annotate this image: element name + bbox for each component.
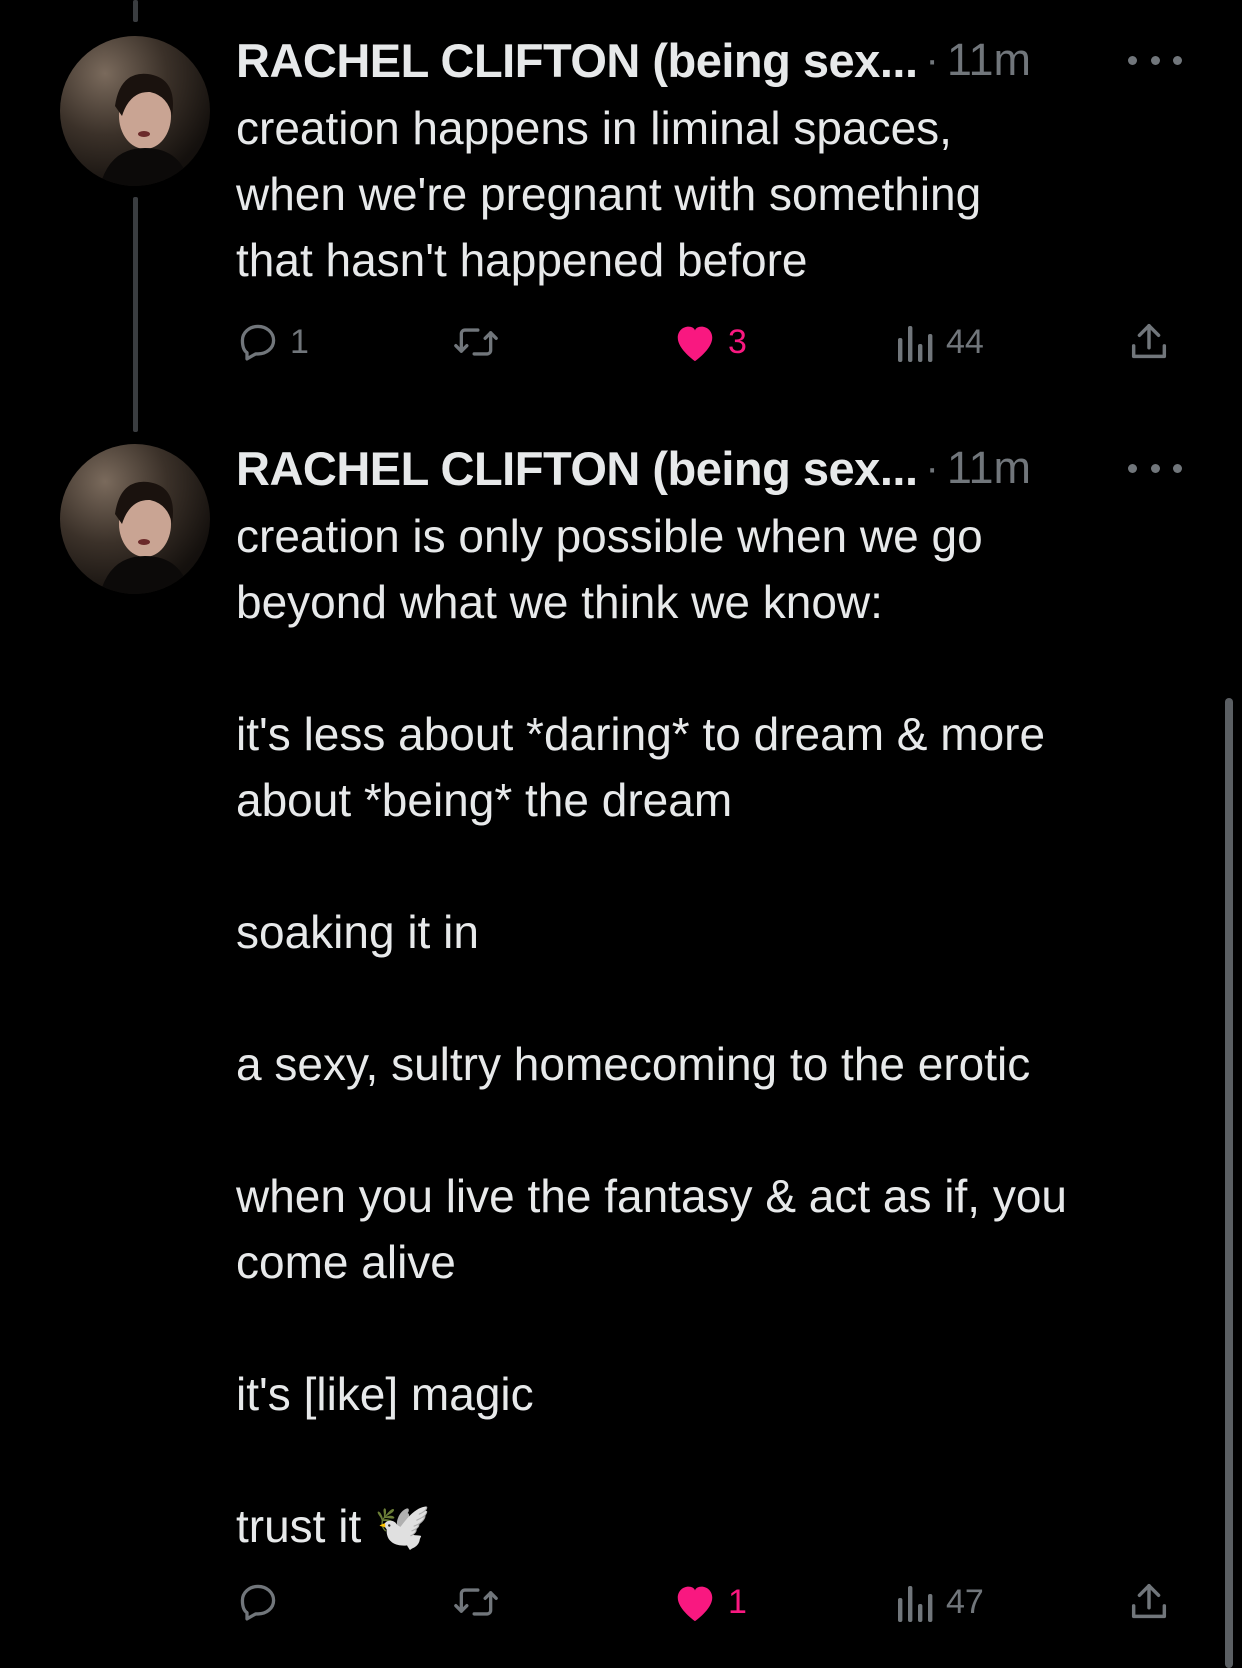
reply-icon — [240, 324, 276, 361]
retweet-icon — [454, 1588, 498, 1616]
avatar[interactable] — [60, 36, 210, 186]
header-separator: · — [925, 37, 939, 82]
more-options-button[interactable] — [1128, 453, 1182, 483]
thread-line — [133, 0, 138, 22]
retweet-button[interactable] — [451, 312, 511, 372]
views-count: 47 — [946, 1582, 984, 1621]
author-name[interactable]: RACHEL CLIFTON (being sex... — [236, 441, 918, 496]
reply-count: 1 — [290, 322, 309, 361]
more-options-button[interactable] — [1128, 45, 1182, 75]
more-dot-icon — [1173, 55, 1182, 65]
share-button[interactable] — [1126, 312, 1172, 372]
tweet-actions: 1 47 — [236, 1572, 1176, 1632]
heart-filled-icon — [677, 326, 713, 362]
share-icon — [1131, 323, 1167, 359]
more-dot-icon — [1150, 463, 1160, 473]
reply-icon — [240, 1584, 276, 1621]
avatar[interactable] — [60, 444, 210, 594]
tweet-actions: 1 3 44 — [236, 312, 1176, 372]
retweet-icon — [454, 328, 498, 356]
share-button[interactable] — [1126, 1572, 1172, 1632]
share-icon — [1131, 1583, 1167, 1619]
tweet-text: creation happens in liminal spaces, when… — [236, 102, 982, 286]
header-separator: · — [925, 445, 939, 490]
timestamp[interactable]: 11m — [947, 442, 1031, 494]
views-icon — [898, 1586, 933, 1622]
tweet-header: RACHEL CLIFTON (being sex... · 11m — [236, 438, 1031, 498]
author-name[interactable]: RACHEL CLIFTON (being sex... — [236, 33, 918, 88]
retweet-button[interactable] — [451, 1572, 511, 1632]
like-button[interactable]: 1 — [672, 1572, 747, 1632]
tweet-text: creation is only possible when we go bey… — [236, 510, 1068, 1552]
like-count: 3 — [728, 322, 747, 361]
like-count: 1 — [728, 1582, 747, 1621]
more-dot-icon — [1128, 463, 1137, 473]
more-dot-icon — [1173, 463, 1182, 473]
reply-button[interactable] — [236, 1572, 290, 1632]
scrollbar[interactable] — [1225, 698, 1233, 1668]
reply-button[interactable]: 1 — [236, 312, 309, 372]
views-button[interactable]: 44 — [896, 312, 984, 372]
more-dot-icon — [1128, 55, 1137, 65]
thread-line — [133, 197, 138, 432]
views-count: 44 — [946, 322, 984, 361]
tweet-header: RACHEL CLIFTON (being sex... · 11m — [236, 30, 1031, 90]
views-icon — [898, 326, 933, 362]
heart-filled-icon — [677, 1586, 713, 1622]
views-button[interactable]: 47 — [896, 1572, 984, 1632]
more-dot-icon — [1150, 55, 1160, 65]
like-button[interactable]: 3 — [672, 312, 747, 372]
timestamp[interactable]: 11m — [947, 34, 1031, 86]
